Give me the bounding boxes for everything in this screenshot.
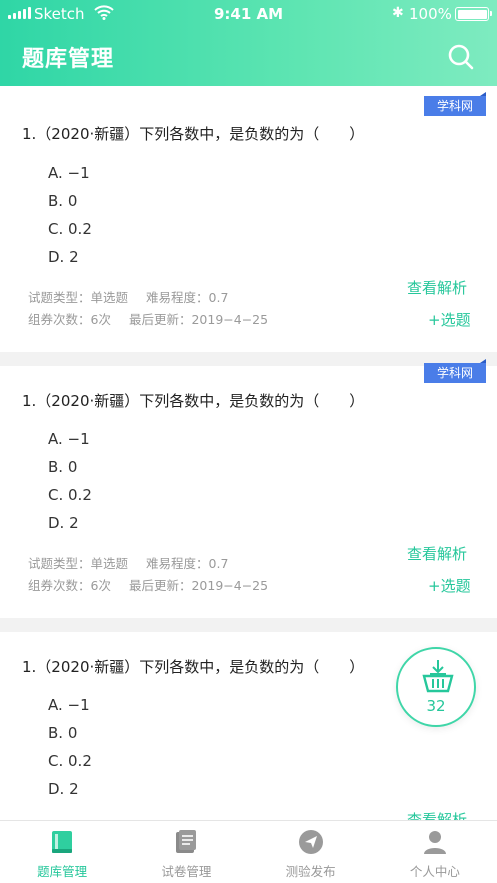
view-analysis-link[interactable]: 查看解析 bbox=[407, 277, 467, 298]
usage-count: 组券次数：6次 bbox=[28, 578, 111, 593]
tab-bar: 题库管理 试卷管理 测验发布 个人中心 bbox=[0, 820, 497, 883]
tab-label: 题库管理 bbox=[37, 864, 88, 879]
option-a: A. −1 bbox=[48, 164, 90, 182]
question-basket-button[interactable]: 32 bbox=[396, 647, 476, 727]
question-text: 1.（2020·新疆）下列各数中，是负数的为（ ） bbox=[22, 125, 365, 143]
status-bar: Sketch 9:41 AM ✱ 100% bbox=[0, 0, 497, 28]
question-text: 1.（2020·新疆）下列各数中，是负数的为（ ） bbox=[22, 658, 365, 676]
question-meta: 试题类型：单选题 难易程度：0.7 bbox=[28, 287, 228, 306]
view-analysis-link[interactable]: 查看解析 bbox=[407, 543, 467, 564]
question-type: 试题类型：单选题 bbox=[28, 290, 129, 305]
question-meta: 组券次数：6次 最后更新：2019−4−25 bbox=[28, 575, 268, 594]
option-d: D. 2 bbox=[48, 780, 79, 798]
tab-paper-management[interactable]: 试卷管理 bbox=[124, 821, 248, 883]
usage-count: 组券次数：6次 bbox=[28, 312, 111, 327]
last-updated: 最后更新：2019−4−25 bbox=[128, 578, 269, 593]
send-icon bbox=[298, 830, 323, 854]
page-title: 题库管理 bbox=[22, 47, 115, 72]
tab-label: 个人中心 bbox=[409, 864, 460, 879]
person-icon bbox=[423, 831, 446, 854]
view-analysis-link[interactable]: 查看解析 bbox=[407, 809, 467, 820]
question-card: 学科网 1.（2020·新疆）下列各数中，是负数的为（ ） A. −1 B. 0… bbox=[0, 86, 497, 352]
question-type: 试题类型：单选题 bbox=[28, 556, 129, 571]
battery-percent: 100% bbox=[409, 5, 452, 23]
tab-test-publish[interactable]: 测验发布 bbox=[249, 821, 373, 883]
question-meta: 试题类型：单选题 难易程度：0.7 bbox=[28, 553, 228, 572]
source-tag: 学科网 bbox=[424, 359, 486, 383]
question-card: 学科网 1.（2020·新疆）下列各数中，是负数的为（ ） A. −1 B. 0… bbox=[0, 359, 497, 618]
battery-icon bbox=[455, 7, 492, 21]
bluetooth-icon: ✱ bbox=[392, 5, 404, 21]
question-meta: 组券次数：6次 最后更新：2019−4−25 bbox=[28, 309, 268, 328]
book-icon bbox=[52, 831, 73, 853]
last-updated: 最后更新：2019−4−25 bbox=[128, 312, 269, 327]
difficulty: 难易程度：0.7 bbox=[146, 290, 229, 305]
source-tag: 学科网 bbox=[424, 92, 486, 116]
option-c: C. 0.2 bbox=[48, 486, 92, 504]
option-a: A. −1 bbox=[48, 696, 90, 714]
option-b: B. 0 bbox=[48, 724, 78, 742]
basket-icon bbox=[422, 660, 454, 693]
option-c: C. 0.2 bbox=[48, 220, 92, 238]
option-a: A. −1 bbox=[48, 430, 90, 448]
search-icon[interactable] bbox=[447, 43, 475, 71]
difficulty: 难易程度：0.7 bbox=[146, 556, 229, 571]
select-question-button[interactable]: +选题 bbox=[428, 309, 471, 330]
option-c: C. 0.2 bbox=[48, 752, 92, 770]
question-text: 1.（2020·新疆）下列各数中，是负数的为（ ） bbox=[22, 392, 365, 410]
tab-personal-center[interactable]: 个人中心 bbox=[373, 821, 497, 883]
option-d: D. 2 bbox=[48, 248, 79, 266]
tab-label: 试卷管理 bbox=[161, 864, 212, 879]
basket-count: 32 bbox=[426, 697, 446, 715]
tab-question-bank[interactable]: 题库管理 bbox=[0, 821, 124, 883]
option-d: D. 2 bbox=[48, 514, 79, 532]
option-b: B. 0 bbox=[48, 192, 78, 210]
paper-icon bbox=[176, 830, 197, 853]
option-b: B. 0 bbox=[48, 458, 78, 476]
select-question-button[interactable]: +选题 bbox=[428, 575, 471, 596]
app-header: Sketch 9:41 AM ✱ 100% 题库管理 bbox=[0, 0, 497, 86]
tab-label: 测验发布 bbox=[285, 864, 336, 879]
